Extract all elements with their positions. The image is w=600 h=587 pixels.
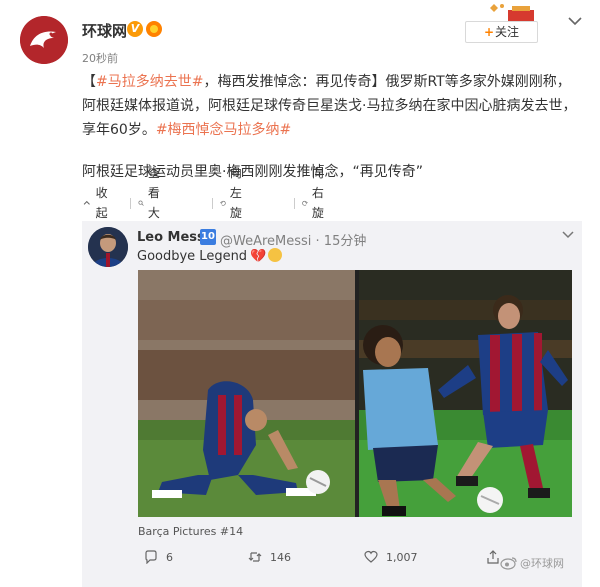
comment-count: 6	[166, 550, 173, 564]
tweet-text-content: Goodbye Legend	[137, 249, 248, 264]
tweet-author-handle[interactable]: @WeAreMessi · 15分钟	[220, 230, 366, 249]
number-10-badge: 10	[200, 229, 216, 245]
rotate-left-button[interactable]: 向左旋转	[220, 166, 250, 240]
retweet-count: 146	[270, 550, 291, 564]
magnifier-icon	[138, 200, 144, 206]
festival-decoration-icon	[490, 4, 534, 22]
rotate-right-button[interactable]: 向右旋转	[302, 166, 332, 240]
bracket-open: 【	[82, 74, 96, 90]
rotate-left-icon	[220, 200, 226, 206]
retweet-button[interactable]: 146	[248, 547, 291, 567]
collapse-label: 收起	[95, 186, 108, 220]
topic-link-2[interactable]: #梅西悼念马拉多纳#	[156, 122, 291, 138]
divider	[130, 198, 131, 209]
heart-icon	[364, 550, 378, 563]
like-button[interactable]: 1,007	[364, 547, 418, 567]
divider	[294, 198, 295, 209]
tweet-author-name[interactable]: Leo Messi	[137, 230, 209, 245]
photo-caption: Barça Pictures #14	[138, 525, 244, 538]
share-icon	[487, 550, 499, 564]
comment-icon	[145, 550, 157, 564]
weibo-watermark: @环球网	[500, 555, 564, 571]
view-large-button[interactable]: 查看大图	[138, 166, 168, 240]
chevron-down-icon[interactable]	[562, 231, 574, 239]
collapse-button[interactable]: 收起	[82, 186, 112, 220]
vip-icon	[146, 21, 162, 37]
post-body-line2: 阿根廷足球运动员里奥·梅西刚刚发推悼念，“再见传奇”	[82, 164, 423, 180]
weibo-post: 环球网 V 20秒前 +关注 【#马拉多纳去世#，梅西发推悼念：再见传奇】俄罗斯…	[0, 0, 600, 587]
plus-icon: +	[483, 25, 495, 39]
sad-face-icon	[268, 248, 283, 262]
tweet-photo[interactable]	[138, 270, 572, 517]
follow-button[interactable]: +关注	[465, 21, 538, 43]
topic-link[interactable]: #马拉多纳去世#	[96, 74, 203, 90]
broken-heart-icon: 💔	[250, 249, 267, 264]
weibo-logo-icon	[500, 557, 517, 570]
follow-label: 关注	[495, 25, 520, 39]
chevron-down-icon[interactable]	[568, 16, 582, 26]
post-timestamp[interactable]: 20秒前	[82, 50, 118, 66]
like-count: 1,007	[386, 550, 418, 564]
post-body: 【#马拉多纳去世#，梅西发推悼念：再见传奇】俄罗斯RT等多家外媒刚刚称，阿根廷媒…	[82, 70, 582, 142]
rotate-right-icon	[302, 200, 308, 206]
username[interactable]: 环球网	[82, 20, 127, 41]
divider	[212, 198, 213, 209]
tweet-text: Goodbye Legend 💔	[137, 248, 283, 264]
verified-v-icon: V	[127, 21, 143, 37]
collapse-arrow-icon	[83, 200, 90, 205]
retweet-icon	[248, 552, 262, 562]
messi-avatar[interactable]	[88, 227, 128, 267]
watermark-text: @环球网	[520, 557, 564, 570]
comment-button[interactable]: 6	[144, 547, 173, 567]
embedded-tweet-card: Leo Messi 10 @WeAreMessi · 15分钟 Goodbye …	[82, 221, 582, 587]
user-avatar[interactable]	[20, 16, 68, 64]
